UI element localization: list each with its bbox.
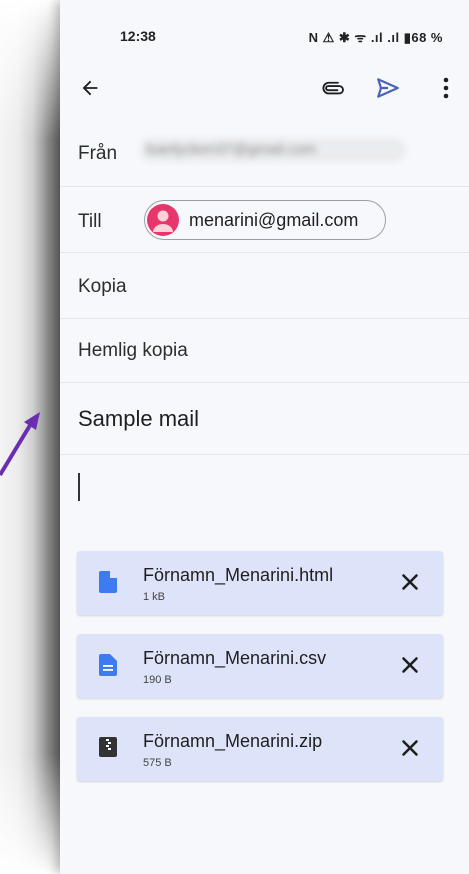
recipient-chip[interactable]: menarini@gmail.com: [144, 200, 386, 240]
avatar: [147, 204, 179, 236]
from-row[interactable]: Från lsanlycken37@gmail.com: [60, 120, 469, 187]
close-icon[interactable]: [397, 735, 423, 761]
status-bar: 12:38 N ⚠ ✱ ᯤ .ıl .ıl ▮68 %: [60, 0, 469, 60]
document-icon: [99, 654, 117, 676]
cc-label: Kopia: [78, 276, 127, 297]
status-icons: N ⚠ ✱ ᯤ .ıl .ıl ▮68 %: [308, 30, 443, 45]
status-time: 12:38: [120, 28, 156, 44]
toolbar: [60, 60, 469, 116]
from-label: Från: [78, 143, 118, 164]
file-icon: [99, 571, 117, 593]
close-icon[interactable]: [397, 569, 423, 595]
attachment-size: 1 kB: [143, 591, 166, 603]
body-text-cursor[interactable]: [78, 473, 80, 501]
from-address[interactable]: lsanlycken37@gmail.com: [140, 138, 406, 162]
phone-screen: 12:38 N ⚠ ✱ ᯤ .ıl .ıl ▮68 % Från lsanlyc…: [60, 0, 469, 874]
attachment-card[interactable]: Förnamn_Menarini.csv 190 B: [77, 634, 443, 698]
to-label: Till: [78, 211, 102, 232]
cc-row[interactable]: Kopia: [60, 252, 469, 319]
attachment-name: Förnamn_Menarini.csv: [143, 648, 327, 668]
attachment-name: Förnamn_Menarini.zip: [143, 731, 323, 751]
close-icon[interactable]: [397, 652, 423, 678]
attachment-size: 190 B: [143, 674, 172, 686]
backdrop-fade-top: [0, 0, 60, 140]
bcc-row[interactable]: Hemlig kopia: [60, 318, 469, 383]
paperclip-icon[interactable]: [318, 72, 350, 104]
more-vert-icon[interactable]: [430, 72, 462, 104]
attachment-card[interactable]: Förnamn_Menarini.html 1 kB: [77, 551, 443, 615]
annotation-arrow: [0, 412, 40, 477]
attachment-card[interactable]: Förnamn_Menarini.zip 575 B: [77, 717, 443, 781]
recipient-address: menarini@gmail.com: [189, 210, 359, 230]
arrow-back-icon[interactable]: [74, 72, 106, 104]
subject-field[interactable]: Sample mail: [78, 406, 199, 432]
attachment-size: 575 B: [143, 757, 172, 769]
to-row[interactable]: Till menarini@gmail.com: [60, 186, 469, 253]
bcc-label: Hemlig kopia: [78, 340, 188, 361]
backdrop-fade-bottom: [0, 754, 60, 874]
attachment-name: Förnamn_Menarini.html: [143, 565, 334, 585]
send-icon[interactable]: [372, 72, 404, 104]
archive-icon: [99, 737, 117, 757]
